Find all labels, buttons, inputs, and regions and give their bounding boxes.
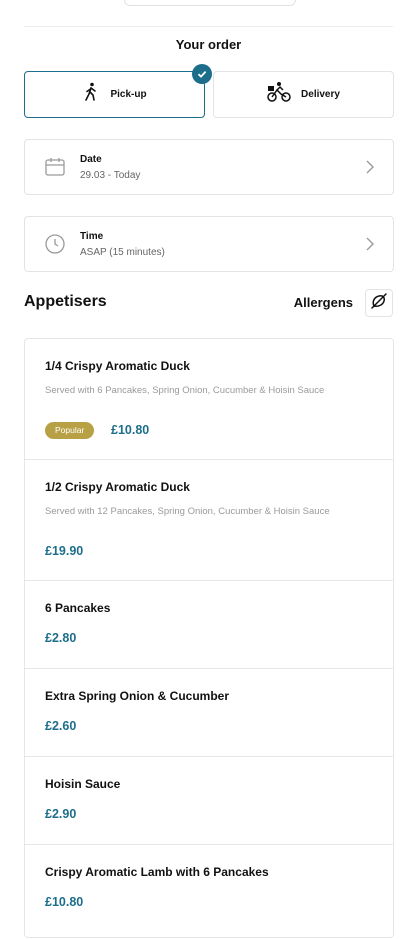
time-selector[interactable]: Time ASAP (15 minutes) <box>24 216 394 272</box>
date-value: 29.03 - Today <box>80 170 141 181</box>
menu-list: 1/4 Crispy Aromatic Duck Served with 6 P… <box>24 338 394 938</box>
menu-item[interactable]: 6 Pancakes £2.80 <box>25 580 393 668</box>
item-name: 6 Pancakes <box>45 601 111 615</box>
date-title: Date <box>80 154 102 165</box>
calendar-icon <box>44 156 66 183</box>
walking-person-icon <box>82 82 100 107</box>
item-price: £19.90 <box>45 544 84 558</box>
item-description: Served with 12 Pancakes, Spring Onion, C… <box>45 506 330 517</box>
pickup-label: Pick-up <box>110 89 147 100</box>
order-title: Your order <box>175 37 242 52</box>
delivery-label: Delivery <box>301 89 340 100</box>
menu-item[interactable]: Extra Spring Onion & Cucumber £2.60 <box>25 668 393 756</box>
item-price: £2.90 <box>45 807 77 821</box>
item-price: £2.80 <box>45 631 77 645</box>
item-name: Extra Spring Onion & Cucumber <box>45 689 230 703</box>
divider <box>24 26 393 27</box>
chevron-right-icon <box>365 159 375 180</box>
pickup-option[interactable]: Pick-up <box>24 64 212 118</box>
menu-item[interactable]: 1/2 Crispy Aromatic Duck Served with 12 … <box>25 459 393 580</box>
allergens-button[interactable] <box>365 289 393 317</box>
item-name: 1/2 Crispy Aromatic Duck <box>45 480 190 494</box>
item-description: Served with 6 Pancakes, Spring Onion, Cu… <box>45 385 325 396</box>
top-input-stub[interactable] <box>124 0 296 6</box>
delivery-option[interactable]: Delivery <box>213 71 394 118</box>
item-name: 1/4 Crispy Aromatic Duck <box>45 359 190 373</box>
item-name: Crispy Aromatic Lamb with 6 Pancakes <box>45 865 269 879</box>
menu-item[interactable]: Hoisin Sauce £2.90 <box>25 756 393 844</box>
clock-icon <box>44 233 66 260</box>
menu-item[interactable]: Crispy Aromatic Lamb with 6 Pancakes £10… <box>25 844 393 939</box>
chevron-right-icon <box>365 236 375 257</box>
item-name: Hoisin Sauce <box>45 777 121 791</box>
item-price: £10.80 <box>45 895 84 909</box>
item-price: £10.80 <box>111 423 150 437</box>
date-selector[interactable]: Date 29.03 - Today <box>24 139 394 195</box>
time-title: Time <box>80 231 104 242</box>
allergens-icon <box>370 292 388 315</box>
item-price: £2.60 <box>45 719 77 733</box>
menu-item[interactable]: 1/4 Crispy Aromatic Duck Served with 6 P… <box>25 339 393 459</box>
delivery-cyclist-icon <box>267 81 291 108</box>
allergens-label[interactable]: Allergens <box>294 295 353 310</box>
time-value: ASAP (15 minutes) <box>80 247 165 258</box>
section-title: Appetisers <box>24 293 107 310</box>
check-icon <box>192 64 212 84</box>
popular-badge: Popular <box>45 422 95 439</box>
